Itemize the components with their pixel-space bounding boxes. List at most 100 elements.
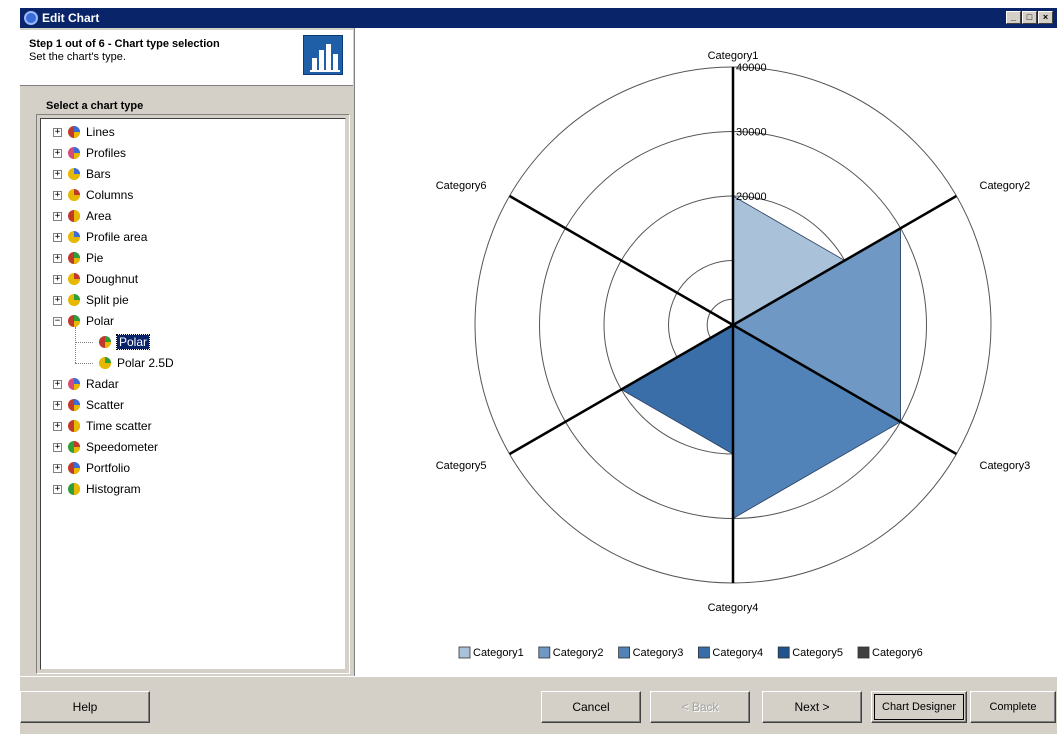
tree-item-label: Bars (86, 167, 111, 181)
legend-label-category3: Category3 (633, 647, 684, 659)
minimize-button[interactable]: _ (1006, 11, 1021, 24)
expand-icon[interactable]: + (53, 463, 62, 473)
legend-label-category6: Category6 (872, 647, 923, 659)
histogram-chart-icon (66, 481, 82, 497)
expand-icon[interactable]: + (53, 400, 62, 410)
radial-tick-label: 20000 (736, 191, 767, 203)
legend-label-category1: Category1 (473, 647, 524, 659)
tree-item-label: Radar (86, 377, 119, 391)
step-subtitle: Set the chart's type. (29, 51, 126, 63)
tree-item-profiles[interactable]: + Profiles (53, 144, 126, 162)
tree-item-polar[interactable]: − Polar (53, 312, 114, 330)
bars-chart-icon (66, 166, 82, 182)
tree-item-label: Pie (86, 251, 104, 265)
tree-item-label: Polar (86, 314, 115, 328)
cancel-button[interactable]: Cancel (541, 691, 641, 723)
category-label-category2: Category2 (980, 180, 1031, 192)
tree-item-label: Lines (86, 125, 115, 139)
tree-item-speedometer[interactable]: + Speedometer (53, 438, 158, 456)
expand-icon[interactable]: + (53, 253, 62, 263)
tree-item-label: Polar 2.5D (117, 356, 174, 370)
tree-item-polar-2-5d[interactable]: Polar 2.5D (97, 354, 174, 372)
category-label-category1: Category1 (708, 50, 759, 62)
category-label-category3: Category3 (980, 460, 1031, 472)
help-button[interactable]: Help (20, 691, 150, 723)
polar-sector-category4 (620, 324, 734, 455)
tree-item-bars[interactable]: + Bars (53, 165, 111, 183)
profiles-chart-icon (66, 145, 82, 161)
expand-icon[interactable]: + (53, 127, 62, 137)
expand-icon[interactable]: + (53, 148, 62, 158)
profile-area-chart-icon (66, 229, 82, 245)
close-button[interactable]: × (1038, 11, 1053, 24)
tree-item-portfolio[interactable]: + Portfolio (53, 459, 130, 477)
expand-icon[interactable]: + (53, 232, 62, 242)
window-title: Edit Chart (42, 11, 100, 25)
chart-designer-button[interactable]: Chart Designer (871, 691, 967, 723)
title-bar[interactable]: Edit Chart _ □ × (20, 8, 1057, 28)
legend-swatch (857, 646, 870, 659)
maximize-button[interactable]: □ (1022, 11, 1037, 24)
category-label-category6: Category6 (436, 180, 487, 192)
polar-chart-icon (66, 313, 82, 329)
legend-label-category2: Category2 (553, 647, 604, 659)
portfolio-chart-icon (66, 460, 82, 476)
axis-spoke (508, 194, 734, 327)
tree-item-polar[interactable]: Polar (97, 333, 151, 351)
category-label-category5: Category5 (436, 460, 487, 472)
lines-chart-icon (66, 124, 82, 140)
polar-chart-icon (97, 334, 113, 350)
tree-item-histogram[interactable]: + Histogram (53, 480, 141, 498)
chart-type-panel: Step 1 out of 6 - Chart type selection S… (20, 30, 353, 674)
expand-icon[interactable]: + (53, 190, 62, 200)
tree-item-split-pie[interactable]: + Split pie (53, 291, 129, 309)
time-scatter-chart-icon (66, 418, 82, 434)
expand-icon[interactable]: + (53, 421, 62, 431)
polar-chart: 200003000040000Category1Category2Categor… (436, 50, 1031, 659)
expand-icon[interactable]: + (53, 379, 62, 389)
area-chart-icon (66, 208, 82, 224)
collapse-icon[interactable]: − (53, 316, 62, 326)
radial-tick-label: 40000 (736, 62, 767, 74)
tree-item-profile-area[interactable]: + Profile area (53, 228, 147, 246)
radial-tick-label: 30000 (736, 127, 767, 139)
tree-item-label: Split pie (86, 293, 129, 307)
columns-chart-icon (66, 187, 82, 203)
tree-item-time-scatter[interactable]: + Time scatter (53, 417, 152, 435)
app-icon (24, 11, 38, 25)
tree-item-doughnut[interactable]: + Doughnut (53, 270, 138, 288)
legend-swatch (538, 646, 551, 659)
tree-connector (75, 363, 93, 364)
speedometer-chart-icon (66, 439, 82, 455)
expand-icon[interactable]: + (53, 274, 62, 284)
tree-item-area[interactable]: + Area (53, 207, 111, 225)
tree-connector (75, 327, 76, 363)
tree-item-label: Area (86, 209, 112, 223)
tree-item-label: Time scatter (86, 419, 152, 433)
legend-swatch (618, 646, 631, 659)
legend-swatch (777, 646, 790, 659)
tree-item-radar[interactable]: + Radar (53, 375, 119, 393)
tree-item-lines[interactable]: + Lines (53, 123, 115, 141)
tree-item-label: Speedometer (86, 440, 159, 454)
tree-item-pie[interactable]: + Pie (53, 249, 103, 267)
select-chart-type-label: Select a chart type (46, 100, 144, 112)
expand-icon[interactable]: + (53, 211, 62, 221)
wizard-button-bar: Help Cancel < Back Next > Chart Designer… (20, 676, 1057, 734)
tree-item-scatter[interactable]: + Scatter (53, 396, 124, 414)
tree-item-columns[interactable]: + Columns (53, 186, 133, 204)
doughnut-chart-icon (66, 271, 82, 287)
complete-button[interactable]: Complete (970, 691, 1056, 723)
expand-icon[interactable]: + (53, 442, 62, 452)
tree-item-label: Histogram (86, 482, 141, 496)
next-button[interactable]: Next > (762, 691, 862, 723)
tree-item-label: Scatter (86, 398, 125, 412)
legend-swatch (458, 646, 471, 659)
back-button[interactable]: < Back (650, 691, 750, 723)
expand-icon[interactable]: + (53, 169, 62, 179)
edit-chart-window: Edit Chart _ □ × Step 1 out of 6 - Chart… (19, 8, 1057, 734)
chart-type-tree[interactable]: + Lines + Profiles + Bars + Columns + Area + Profil… (40, 118, 346, 670)
expand-icon[interactable]: + (53, 484, 62, 494)
expand-icon[interactable]: + (53, 295, 62, 305)
legend-label-category4: Category4 (712, 647, 763, 659)
